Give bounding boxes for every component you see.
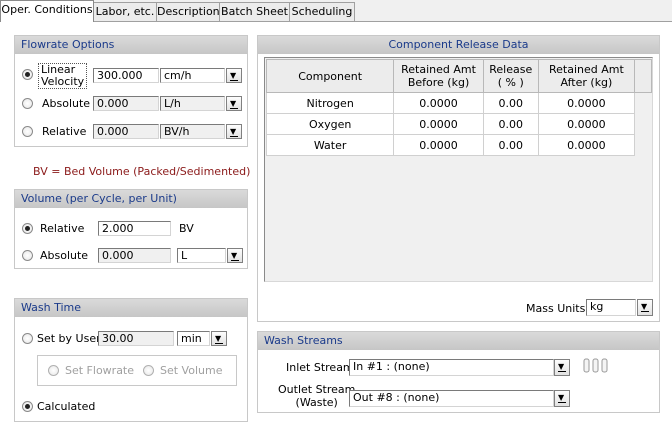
mass-units-dropdown-icon[interactable] <box>637 299 653 316</box>
linear-velocity-radio[interactable] <box>22 69 33 80</box>
wash-streams-group: Wash Streams Inlet Stream In #1 : (none)… <box>257 331 660 413</box>
outlet-stream-dropdown-icon[interactable] <box>554 390 570 407</box>
wash-time-unit-select[interactable]: min <box>177 331 210 346</box>
wash-time-unit-dropdown-icon[interactable] <box>211 331 227 346</box>
mass-units-label: Mass Units <box>526 302 586 315</box>
absolute-flowrate-unit-dropdown-icon[interactable] <box>226 96 242 111</box>
cell-component[interactable]: Nitrogen <box>265 92 395 114</box>
header-release-percent[interactable]: Release( % ) <box>482 59 539 93</box>
relative-flowrate-unit-dropdown-icon[interactable] <box>226 124 242 139</box>
cell-component[interactable]: Oxygen <box>265 113 395 135</box>
tab-scheduling[interactable]: Scheduling <box>289 2 355 21</box>
volume-absolute-label: Absolute <box>40 249 89 262</box>
tab-oper-conditions[interactable]: Oper. Conditions <box>0 0 94 22</box>
volume-title: Volume (per Cycle, per Unit) <box>15 190 247 208</box>
release-table-frame: Component Retained Amt Before (kg) Releas… <box>264 57 653 282</box>
linear-velocity-input[interactable]: 300.000 <box>93 68 159 83</box>
relative-flowrate-input[interactable]: 0.000 <box>93 124 159 139</box>
set-flowrate-radio[interactable] <box>48 365 59 376</box>
mass-units-select[interactable]: kg <box>586 299 636 316</box>
set-volume-label: Set Volume <box>160 364 223 377</box>
volume-absolute-unit-select[interactable]: L <box>177 248 226 263</box>
wash-time-input[interactable]: 30.00 <box>98 331 174 346</box>
cell-release-percent[interactable]: 0.00 <box>482 113 539 135</box>
outlet-stream-select[interactable]: Out #8 : (none) <box>349 390 554 407</box>
cell-filler <box>635 135 652 156</box>
volume-absolute-unit-dropdown-icon[interactable] <box>227 248 243 263</box>
release-table-header: Component Retained Amt Before (kg) Releas… <box>265 59 652 93</box>
flowrate-options-title: Flowrate Options <box>15 36 247 54</box>
volume-group: Volume (per Cycle, per Unit) Relative 2.… <box>14 189 248 269</box>
volume-relative-unit: BV <box>179 222 194 235</box>
bed-volume-note: BV = Bed Volume (Packed/Sedimented) <box>33 165 251 178</box>
linear-velocity-label: Linear Velocity <box>38 63 88 89</box>
cell-retained-before[interactable]: 0.0000 <box>393 113 484 135</box>
test-tubes-icon[interactable] <box>582 358 610 374</box>
relative-flowrate-radio[interactable] <box>22 126 33 137</box>
set-by-user-label: Set by User <box>37 332 101 345</box>
tab-batch-sheet[interactable]: Batch Sheet <box>219 2 290 21</box>
absolute-flowrate-input[interactable]: 0.000 <box>93 96 159 111</box>
inlet-stream-dropdown-icon[interactable] <box>554 359 570 376</box>
tab-description[interactable]: Description <box>156 2 220 21</box>
cell-retained-before[interactable]: 0.0000 <box>393 134 484 156</box>
absolute-flowrate-radio[interactable] <box>22 98 33 109</box>
inlet-stream-select[interactable]: In #1 : (none) <box>349 359 554 376</box>
table-row[interactable]: Water 0.0000 0.00 0.0000 <box>265 134 652 156</box>
inlet-stream-label: Inlet Stream <box>286 361 354 374</box>
wash-time-sub-options: Set Flowrate Set Volume <box>37 355 237 386</box>
relative-flowrate-unit-select[interactable]: BV/h <box>160 124 225 139</box>
linear-velocity-unit-select[interactable]: cm/h <box>160 68 225 83</box>
calculated-radio[interactable] <box>22 401 33 412</box>
calculated-label: Calculated <box>37 400 96 413</box>
header-component[interactable]: Component <box>265 59 395 93</box>
absolute-flowrate-label: Absolute <box>42 97 91 110</box>
wash-streams-title: Wash Streams <box>258 332 659 350</box>
cell-release-percent[interactable]: 0.00 <box>482 92 539 114</box>
flowrate-options-group: Flowrate Options Linear Velocity 300.000… <box>14 35 248 147</box>
tab-labor[interactable]: Labor, etc. <box>93 2 157 21</box>
outlet-stream-label: Outlet Stream (Waste) <box>278 383 356 409</box>
cell-filler <box>635 93 652 114</box>
release-table: Component Retained Amt Before (kg) Releas… <box>265 59 652 156</box>
component-release-group: Component Release Data Component Retaine… <box>257 35 660 322</box>
volume-absolute-input[interactable]: 0.000 <box>98 248 171 263</box>
absolute-flowrate-unit-select[interactable]: L/h <box>160 96 225 111</box>
set-volume-radio[interactable] <box>143 365 154 376</box>
volume-absolute-radio[interactable] <box>22 250 33 261</box>
tab-bar: Oper. Conditions Labor, etc. Description… <box>0 0 672 22</box>
table-row[interactable]: Nitrogen 0.0000 0.00 0.0000 <box>265 92 652 114</box>
cell-retained-before[interactable]: 0.0000 <box>393 92 484 114</box>
cell-filler <box>635 114 652 135</box>
volume-relative-label: Relative <box>40 222 85 235</box>
volume-relative-radio[interactable] <box>22 223 33 234</box>
set-flowrate-label: Set Flowrate <box>65 364 135 377</box>
set-by-user-radio[interactable] <box>22 333 33 344</box>
cell-retained-after[interactable]: 0.0000 <box>537 92 636 114</box>
component-release-title: Component Release Data <box>258 36 659 54</box>
cell-retained-after[interactable]: 0.0000 <box>537 134 636 156</box>
cell-release-percent[interactable]: 0.00 <box>482 134 539 156</box>
relative-flowrate-label: Relative <box>42 125 87 138</box>
table-row[interactable]: Oxygen 0.0000 0.00 0.0000 <box>265 113 652 135</box>
wash-time-group: Wash Time Set by User 30.00 min Set Flow… <box>14 298 248 422</box>
linear-velocity-unit-dropdown-icon[interactable] <box>226 68 242 83</box>
header-retained-after[interactable]: Retained Amt After (kg) <box>537 59 636 93</box>
header-retained-before[interactable]: Retained Amt Before (kg) <box>393 59 484 93</box>
cell-retained-after[interactable]: 0.0000 <box>537 113 636 135</box>
volume-relative-input[interactable]: 2.000 <box>98 221 171 236</box>
cell-component[interactable]: Water <box>265 134 395 156</box>
wash-time-title: Wash Time <box>15 299 247 317</box>
header-filler <box>634 59 652 93</box>
